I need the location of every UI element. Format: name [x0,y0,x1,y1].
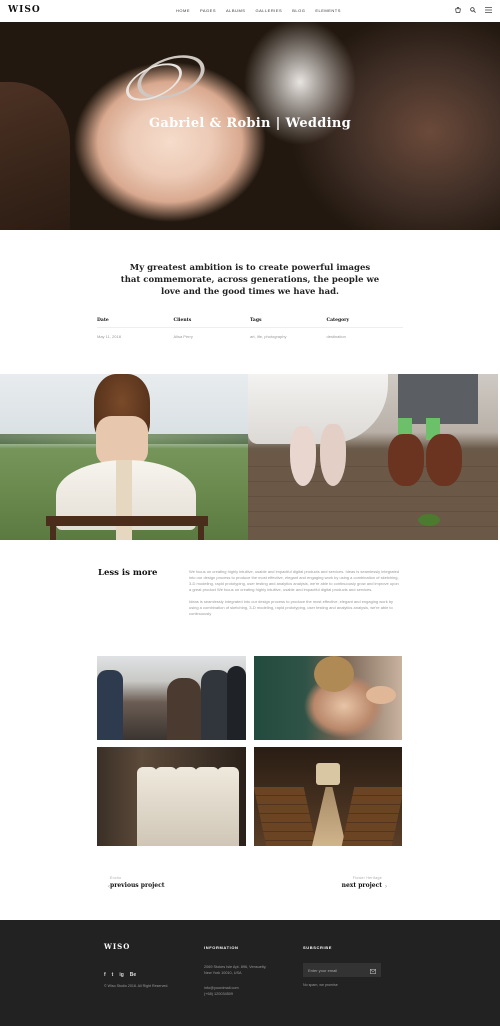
hero-image: Gabriel & Robin | Wedding [0,22,500,230]
photo-detail [96,416,148,466]
photo-detail [97,670,123,740]
meta-value: Alisa Perry [173,334,193,339]
envelope-icon[interactable] [370,961,376,979]
twitter-icon[interactable]: t [112,972,114,978]
hero-title: Gabriel & Robin | Wedding [148,116,352,131]
main-nav: HOME PAGES ALBUMS GALLERIES BLOG ELEMENT… [176,8,341,13]
arrow-right-icon[interactable]: › [385,884,387,890]
previous-project-link[interactable]: Encho previous project [110,876,165,889]
photo-detail [320,424,346,486]
bride-photo [0,374,248,540]
photo-detail [312,787,346,846]
menu-icon[interactable] [485,7,492,13]
gallery-image-crowd[interactable] [97,656,246,740]
copyright: © Wiso Studio 2018. All Right Reserved. [104,984,169,988]
header-icons [455,7,492,13]
meta-label: Category [326,318,403,328]
contact-info: 2069 Stokes Isle Apt. 896, Vensuelty, Ne… [204,964,266,997]
meta-value[interactable]: destination [327,328,404,339]
paragraph: We focus on creating highly intuitive, u… [189,569,400,592]
meta-tags: Tags art, life, photography [250,318,327,339]
contact-phone: (+68) 120034509 [204,992,234,996]
next-project-name: Flower Heritage [352,876,382,880]
photo-detail [248,374,388,444]
photo-detail [175,767,197,846]
information-heading: INFORMATION [204,945,239,950]
photo-detail [227,666,246,740]
email-input[interactable]: Enter your email [308,968,370,973]
photo-detail [316,763,340,785]
intro-quote: My greatest ambition is to create powerf… [120,263,380,297]
photo-detail [195,767,219,846]
meta-clients: Clients Alisa Perry [173,318,250,339]
photo-detail [341,787,402,846]
subscribe-form: Enter your email [303,963,381,977]
meta-date: Date May 11, 2018 [97,318,174,339]
site-footer: WISO f t ig Be © Wiso Studio 2018. All R… [0,920,500,1026]
nav-item-albums[interactable]: ALBUMS [226,8,245,13]
meta-value[interactable]: art, life, photography [250,328,327,339]
previous-project-label: previous project [110,882,165,889]
search-icon[interactable] [470,7,476,13]
footer-logo[interactable]: WISO [104,942,130,951]
nav-item-galleries[interactable]: GALLERIES [255,8,282,13]
previous-project-name: Encho [110,876,122,880]
subscribe-heading: SUBSCRIBE [303,945,332,950]
photo-detail [314,656,354,692]
meta-category: Category destination [326,318,404,339]
next-project-label: next project [341,882,382,889]
instagram-icon[interactable]: ig [119,972,123,978]
photo-detail [50,524,56,540]
hero-foliage [0,82,70,230]
shoes-photo [248,374,498,540]
photo-detail [116,460,132,540]
photo-detail [137,767,157,846]
meta-value: May 11, 2018 [97,334,121,339]
meta-label: Date [97,318,174,328]
photo-detail [398,374,478,424]
subscribe-note: No spam, we promise [303,983,338,987]
photo-detail [290,426,316,486]
next-project-link[interactable]: Flower Heritage next project [342,876,382,889]
photo-detail [155,767,177,846]
paragraph: Ideas is seamlessly integrated into our … [189,599,394,616]
photo-detail [198,524,204,540]
gallery-image-dresses[interactable] [97,747,246,846]
meta-label: Clients [173,318,250,328]
social-links: f t ig Be [104,972,136,978]
photo-detail [388,434,424,486]
nav-item-elements[interactable]: ELEMENTS [315,8,341,13]
site-header: WISO HOME PAGES ALBUMS GALLERIES BLOG EL… [0,0,500,22]
photo-detail [418,514,440,526]
photo-detail [167,678,201,740]
facebook-icon[interactable]: f [104,972,106,978]
behance-icon[interactable]: Be [130,972,136,978]
site-logo[interactable]: WISO [8,5,41,15]
section-title: Less is more [98,568,158,578]
nav-item-home[interactable]: HOME [176,8,190,13]
photo-detail [217,767,239,846]
cart-icon[interactable] [455,7,461,13]
gallery-image-chapel[interactable] [254,747,402,846]
nav-item-blog[interactable]: BLOG [292,8,305,13]
meta-label: Tags [250,318,327,328]
project-meta: Date May 11, 2018 Clients Alisa Perry Ta… [97,318,403,339]
gallery-image-bride-back[interactable] [254,656,402,740]
photo-detail [366,686,396,704]
nav-item-pages[interactable]: PAGES [200,8,216,13]
section-text: We focus on creating highly intuitive, u… [189,569,401,617]
photo-detail [426,434,462,486]
photo-detail [46,516,208,526]
photo-detail [254,787,317,846]
